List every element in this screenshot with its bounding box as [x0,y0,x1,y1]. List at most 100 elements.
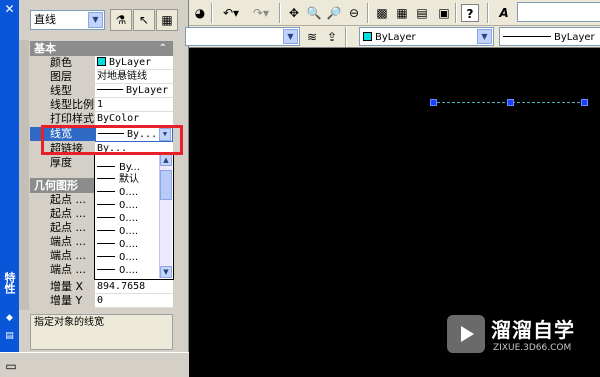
properties-menu-icon[interactable]: ▤ [2,330,17,342]
grip-mid[interactable] [507,99,514,106]
zoom-realtime-icon[interactable]: 🔍 [305,4,323,22]
match-properties-icon[interactable]: ◕ [191,4,209,22]
color-select[interactable]: ByLayer ▼ [359,27,494,46]
prop-label: 颜色 [30,56,95,70]
section-basic-label: 基本 [34,42,56,55]
list-item[interactable]: 0.... [97,251,161,264]
toggle-pickadd-icon[interactable]: ⚗ [110,9,132,31]
grip-end[interactable] [581,99,588,106]
prop-row-layer[interactable]: 图层 对地悬链线 [30,70,173,84]
lineweight-dropdown-list[interactable]: By... 默认 0.... 0.... 0.... 0.... 0.... 0… [94,152,174,280]
object-type-select[interactable]: 直线 ▼ [30,10,105,30]
prop-row-ltscale[interactable]: 线型比例 1 [30,98,173,112]
prop-value: ByColor [95,112,173,126]
property-description: 指定对象的线宽 [30,314,173,350]
prop-label: 端点 ... [30,235,95,249]
select-objects-icon[interactable]: ↖ [133,9,155,31]
properties-icon[interactable]: ▩ [373,4,391,22]
tool-palettes-icon[interactable]: ▤ [413,4,431,22]
list-item-label: 0.... [119,200,139,211]
description-text: 指定对象的线宽 [34,317,104,328]
help-icon[interactable]: ? [461,4,479,22]
linetype-select[interactable]: ByLayer [499,27,600,46]
grip-start[interactable] [430,99,437,106]
palette-gutter [19,40,29,310]
section-basic[interactable]: 基本 ⌃ [30,41,173,56]
list-item[interactable]: 0.... [97,225,161,238]
prop-label: 线型比例 [30,98,95,112]
scroll-up-icon[interactable]: ▲ [160,154,172,166]
dropdown-scrollbar[interactable]: ▲ ▼ [159,154,172,278]
collapse-icon[interactable]: ⌃ [159,41,167,56]
scroll-thumb[interactable] [160,170,172,200]
section-geometry-label: 几何图形 [34,179,78,192]
palette-title-strip: ✕ 特性 ◆ ▤ [0,0,19,352]
make-current-layer-icon[interactable]: ≋ [303,28,321,46]
list-item[interactable]: 0.... [97,186,161,199]
prop-value: 894.7658 [95,280,173,294]
list-item-label: 0.... [119,265,139,276]
layer-select[interactable]: ▼ [185,27,300,46]
design-center-icon[interactable]: ▦ [393,4,411,22]
prop-row-plotstyle[interactable]: 打印样式 ByColor [30,112,173,126]
prop-label: 增量 X [30,280,95,294]
list-item[interactable]: 0.... [97,238,161,251]
prop-row-linetype[interactable]: 线型 ByLayer [30,84,173,98]
prop-value: ByLayer [109,57,152,68]
scroll-down-icon[interactable]: ▼ [160,266,172,278]
linetype-sample [97,89,123,90]
model-layout-icon[interactable]: ▭ [2,357,20,375]
standard-toolbar: ◕ ↶▾ ↷▾ ✥ 🔍 🔎 ⊖ ▩ ▦ ▤ ▣ ? A [189,0,600,26]
text-style-select[interactable] [517,2,600,22]
undo-icon[interactable]: ↶▾ [217,4,245,22]
prop-label: 线型 [30,84,95,98]
watermark-url: ZIXUE.3D66.COM [493,343,572,353]
list-item-label: 默认 [119,174,139,185]
layer-previous-icon[interactable]: ⇪ [323,28,341,46]
prop-row-delta-y[interactable]: 增量 Y0 [30,294,173,308]
calculator-icon[interactable]: ▣ [435,4,453,22]
list-item[interactable]: 0.... [97,264,161,277]
prop-row-color[interactable]: 颜色 ByLayer [30,56,173,70]
list-item[interactable]: 默认 [97,173,161,186]
quick-select-icon[interactable]: ▦ [156,9,178,31]
list-item[interactable]: 0.... [97,199,161,212]
linetype-sample [503,36,551,37]
chevron-down-icon[interactable]: ▼ [283,29,298,44]
prop-value: 对地悬链线 [95,70,173,84]
drawing-canvas[interactable]: 溜溜自学 ZIXUE.3D66.COM [189,48,600,377]
list-item-label: By... [119,162,140,173]
list-item[interactable]: 0.... [97,212,161,225]
list-item-label: 0.... [119,226,139,237]
watermark: 溜溜自学 ZIXUE.3D66.COM [447,311,574,367]
palette-title-text: 特性 [3,272,16,294]
list-item-label: 0.... [119,252,139,263]
prop-label: 图层 [30,70,95,84]
chevron-down-icon[interactable]: ▼ [477,29,492,44]
prop-label: 起点 ... [30,207,95,221]
prop-value: 0 [95,294,173,308]
prop-row-delta-x[interactable]: 增量 X 894.7658 [30,280,173,294]
zoom-window-icon[interactable]: 🔎 [325,4,343,22]
annotation-highlight-box [41,125,183,155]
close-icon[interactable]: ✕ [0,0,19,18]
redo-icon[interactable]: ↷▾ [247,4,275,22]
autohide-icon[interactable]: ◆ [2,312,17,324]
prop-value: 1 [95,98,173,112]
color-swatch [97,57,106,66]
prop-label: 起点 ... [30,221,95,235]
list-item-label: 0.... [119,213,139,224]
text-style-icon[interactable]: A [495,4,513,22]
palette-title: 特性 [1,272,18,297]
prop-value: ByLayer [126,85,169,96]
watermark-brand: 溜溜自学 [491,318,575,342]
prop-label: 打印样式 [30,112,95,126]
linetype-select-value: ByLayer [554,32,595,43]
zoom-previous-icon[interactable]: ⊖ [345,4,363,22]
color-swatch [363,32,372,41]
prop-label: 增量 Y [30,294,95,308]
pan-icon[interactable]: ✥ [285,4,303,22]
prop-label: 起点 ... [30,193,95,207]
prop-label: 端点 ... [30,249,95,263]
chevron-down-icon[interactable]: ▼ [88,12,103,28]
